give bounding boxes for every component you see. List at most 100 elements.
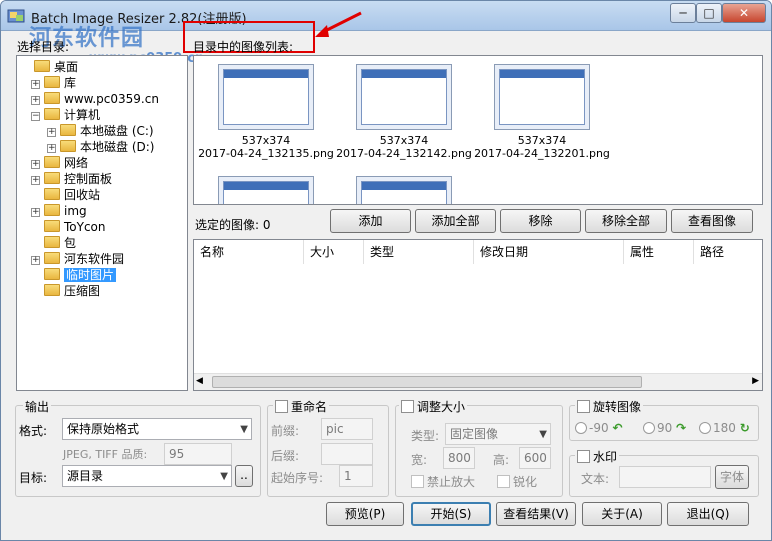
column-modified[interactable]: 修改日期 <box>474 240 624 264</box>
rotate-option-minus90[interactable]: -90 ↶ <box>575 421 623 435</box>
tree-item-label: 计算机 <box>64 108 101 122</box>
resize-checkbox[interactable]: 调整大小 <box>399 398 468 415</box>
chevron-down-icon: ▼ <box>220 471 228 482</box>
tree-item-label: 临时图片 <box>64 268 117 282</box>
expand-toggle-icon[interactable]: + <box>31 256 40 265</box>
computer-icon <box>44 108 60 120</box>
expand-toggle-icon[interactable]: + <box>31 160 40 169</box>
tree-item[interactable]: 桌面 <box>21 59 78 75</box>
about-button[interactable]: 关于(A) <box>582 502 662 526</box>
scroll-left-icon[interactable]: ◀ <box>196 376 203 386</box>
start-button[interactable]: 开始(S) <box>411 502 491 526</box>
library-icon <box>44 76 60 88</box>
column-size[interactable]: 大小 <box>304 240 364 264</box>
rotate-right-icon: ↷ <box>676 421 687 435</box>
remove-button[interactable]: 移除 <box>500 209 581 233</box>
tree-item[interactable]: 压缩图 <box>31 283 100 299</box>
scroll-thumb[interactable] <box>212 376 642 388</box>
minimize-button[interactable]: ─ <box>670 3 696 23</box>
format-select[interactable]: 保持原始格式 ▼ <box>62 418 252 440</box>
tree-item[interactable]: + 本地磁盘 (C:) <box>47 123 154 139</box>
tree-item[interactable]: + 库 <box>31 75 76 91</box>
expand-toggle-icon[interactable]: + <box>31 176 40 185</box>
resize-type-label: 类型: <box>411 429 440 443</box>
column-path[interactable]: 路径 <box>694 240 762 264</box>
tree-item[interactable]: + 网络 <box>31 155 88 171</box>
tree-item[interactable]: + www.pc0359.cn <box>31 91 159 107</box>
tree-item-label: img <box>64 204 87 218</box>
selected-images-table[interactable]: 名称 大小 类型 修改日期 属性 路径 ◀ ▶ <box>193 239 763 391</box>
image-thumbnail-3[interactable] <box>494 64 590 130</box>
remove-all-button[interactable]: 移除全部 <box>585 209 667 233</box>
no-enlarge-checkbox[interactable]: 禁止放大 <box>411 473 475 490</box>
tree-item[interactable]: 包 <box>31 235 76 251</box>
exit-button[interactable]: 退出(Q) <box>667 502 749 526</box>
add-all-button[interactable]: 添加全部 <box>415 209 496 233</box>
maximize-button[interactable]: □ <box>696 3 722 23</box>
column-type[interactable]: 类型 <box>364 240 474 264</box>
view-image-button[interactable]: 查看图像 <box>671 209 753 233</box>
preview-button[interactable]: 预览(P) <box>326 502 404 526</box>
tree-item-label: 本地磁盘 (C:) <box>80 124 154 138</box>
main-window: Batch Image Resizer 2.82(注册版) ─ □ ✕ 河东软件… <box>0 0 772 541</box>
browse-button[interactable]: .. <box>235 465 253 487</box>
tree-item-label: 压缩图 <box>64 284 101 298</box>
expand-toggle-icon[interactable]: + <box>31 208 40 217</box>
sharpen-checkbox[interactable]: 锐化 <box>497 473 537 490</box>
tree-item-label: 回收站 <box>64 188 101 202</box>
table-header: 名称 大小 类型 修改日期 属性 路径 <box>194 240 762 264</box>
tree-item[interactable]: ToYcon <box>31 219 106 235</box>
column-name[interactable]: 名称 <box>194 240 304 264</box>
image-thumbnail-4[interactable] <box>218 176 314 204</box>
rotate-option-90[interactable]: 90 ↷ <box>643 421 686 435</box>
tree-item[interactable]: + 本地磁盘 (D:) <box>47 139 154 155</box>
tree-item-label: 控制面板 <box>64 172 113 186</box>
expand-toggle-icon[interactable]: + <box>31 96 40 105</box>
expand-toggle-icon[interactable]: + <box>47 128 56 137</box>
horizontal-scrollbar[interactable]: ◀ ▶ <box>194 373 762 390</box>
view-result-button[interactable]: 查看结果(V) <box>496 502 576 526</box>
folder-icon <box>44 236 60 248</box>
tree-item[interactable]: + 河东软件园 <box>31 251 124 267</box>
folder-tree[interactable]: 桌面 + 库 + www.pc0359.cn − 计算机 + 本地磁盘 (C:) + 本地磁盘 (D… <box>16 55 188 391</box>
image-caption-1: 537x374 2017-04-24_132135.png <box>198 134 334 160</box>
control-panel-icon <box>44 172 60 184</box>
tree-item[interactable]: 临时图片 <box>31 267 117 283</box>
watermark-text-input[interactable] <box>619 466 711 488</box>
folder-icon <box>44 252 60 264</box>
start-number-label: 起始序号: <box>271 471 324 485</box>
image-caption-3: 537x374 2017-04-24_132201.png <box>474 134 610 160</box>
user-folder-icon <box>44 92 60 104</box>
rename-checkbox[interactable]: 重命名 <box>273 398 330 415</box>
image-thumbnail-1[interactable] <box>218 64 314 130</box>
watermark-checkbox[interactable]: 水印 <box>575 448 620 465</box>
expand-toggle-icon[interactable]: + <box>31 80 40 89</box>
target-select[interactable]: 源目录 ▼ <box>62 465 232 487</box>
font-button[interactable]: 字体 <box>715 465 749 489</box>
tree-item[interactable]: 回收站 <box>31 187 100 203</box>
image-thumbnail-2[interactable] <box>356 64 452 130</box>
choose-dir-label: 选择目录: <box>17 40 70 54</box>
scroll-right-icon[interactable]: ▶ <box>752 376 759 386</box>
add-button[interactable]: 添加 <box>330 209 411 233</box>
prefix-input[interactable]: pic <box>321 418 373 440</box>
tree-item[interactable]: + 控制面板 <box>31 171 112 187</box>
close-button[interactable]: ✕ <box>722 3 766 23</box>
expand-toggle-icon[interactable]: − <box>31 112 40 121</box>
resize-type-select[interactable]: 固定图像 ▼ <box>445 423 551 445</box>
suffix-label: 后缀: <box>271 449 300 463</box>
tree-item[interactable]: − 计算机 <box>31 107 100 123</box>
rotate-option-180[interactable]: 180 ↻ <box>699 421 750 435</box>
selected-images-label: 选定的图像: 0 <box>195 218 271 232</box>
column-attributes[interactable]: 属性 <box>624 240 694 264</box>
tree-item[interactable]: + img <box>31 203 87 219</box>
height-input[interactable]: 600 <box>519 447 551 469</box>
start-number-input[interactable]: 1 <box>339 465 373 487</box>
rotate-checkbox[interactable]: 旋转图像 <box>575 398 644 415</box>
image-list-panel[interactable]: 537x374 2017-04-24_132135.png 537x374 2017… <box>193 55 763 205</box>
quality-input[interactable]: 95 <box>164 443 232 465</box>
suffix-input[interactable] <box>321 443 373 465</box>
expand-toggle-icon[interactable]: + <box>47 144 56 153</box>
image-thumbnail-5[interactable] <box>356 176 452 204</box>
width-input[interactable]: 800 <box>443 447 475 469</box>
